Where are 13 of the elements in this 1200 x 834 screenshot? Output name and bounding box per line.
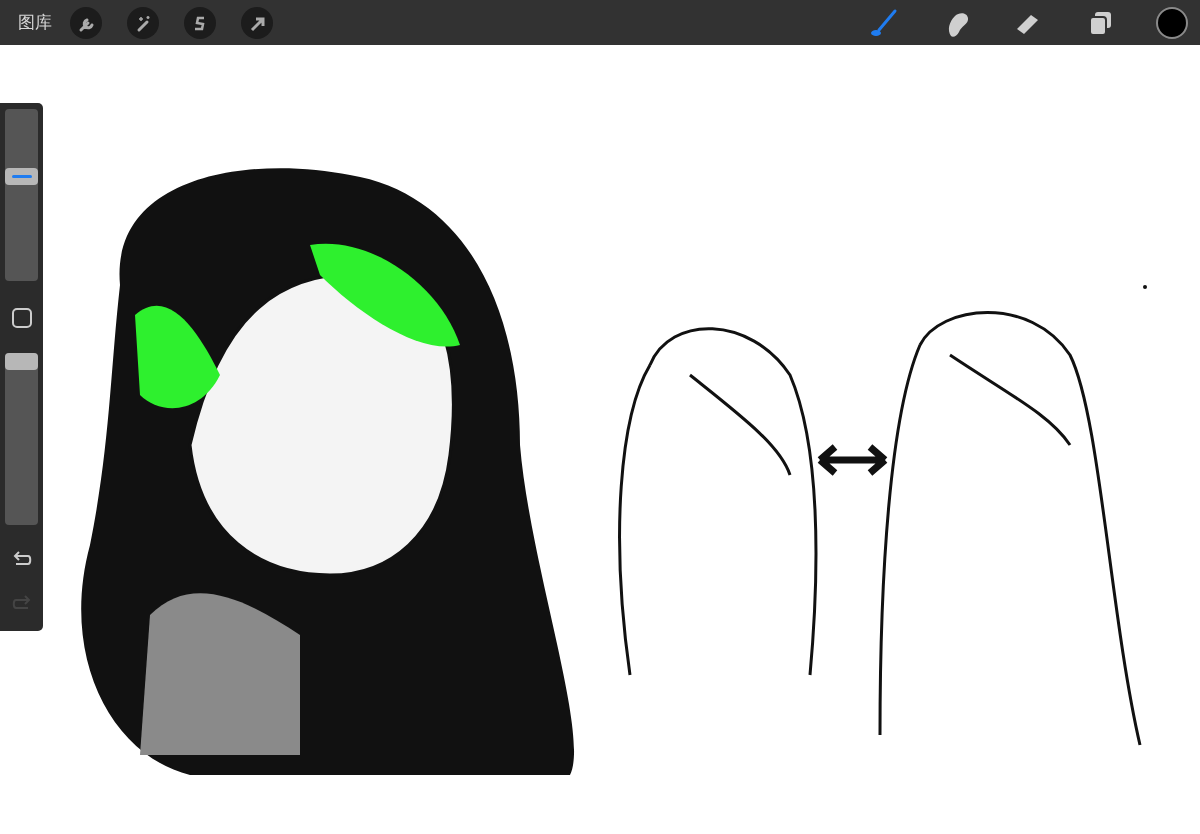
color-swatch[interactable] [1156,6,1188,39]
slider-thumb[interactable] [5,353,38,370]
magic-wand-button[interactable] [127,6,159,39]
slider-thumb[interactable] [5,167,38,185]
wrench-button[interactable] [70,6,102,39]
selection-button[interactable] [184,6,216,39]
gallery-button[interactable]: 图库 [18,9,52,36]
arrow-button[interactable] [241,6,273,39]
modify-square-icon[interactable] [10,306,33,329]
opacity-slider[interactable] [5,353,38,525]
brush-icon[interactable] [869,7,899,38]
brush-size-slider[interactable] [5,109,38,281]
line-icon [11,174,32,178]
